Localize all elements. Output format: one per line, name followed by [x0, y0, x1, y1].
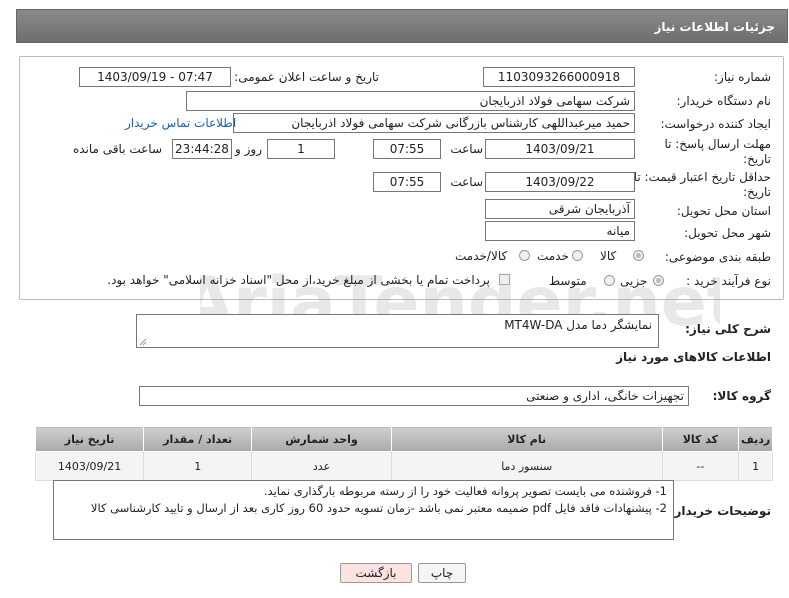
need-number-field: 1103093266000918: [483, 67, 635, 87]
buyer-org-field: شرکت سهامی فولاد اذربایجان: [186, 91, 635, 111]
category-radio-both[interactable]: [519, 250, 530, 264]
description-field: نمایشگر دما مدل MT4W-DA: [136, 314, 659, 348]
announce-field: 1403/09/19 - 07:47: [79, 67, 231, 87]
deadline-time-label: ساعت: [450, 142, 483, 156]
goods-table: ردیف کد کالا نام کالا واحد شمارش تعداد /…: [34, 426, 773, 481]
table-cell: --: [661, 451, 740, 481]
category-option-goods: کالا: [600, 249, 617, 263]
creator-label: ایجاد کننده درخواست:: [660, 117, 771, 131]
deadline-label: مهلت ارسال پاسخ: تا: [664, 137, 771, 151]
table-cell: عدد: [251, 451, 392, 481]
print-button[interactable]: چاپ: [418, 563, 466, 583]
province-field: آذربایجان شرقی: [485, 199, 635, 219]
validity-label-date: تاریخ:: [743, 185, 771, 199]
table-header: تاریخ نیاز: [34, 426, 145, 452]
goods-group-field: تجهیزات خانگی، اداری و صنعتی: [139, 386, 689, 406]
process-option-minor: جزیی: [620, 274, 648, 288]
validity-time-label: ساعت: [450, 175, 483, 189]
category-radio-service[interactable]: [572, 250, 583, 264]
process-radio-medium[interactable]: [604, 275, 615, 289]
goods-group-label: گروه کالا:: [712, 389, 771, 403]
validity-label: حداقل تاریخ اعتبار قیمت: تا: [633, 170, 771, 184]
process-option-medium: متوسط: [549, 274, 587, 288]
process-radio-minor[interactable]: [653, 275, 664, 289]
table-header: کد کالا: [661, 426, 740, 452]
deadline-time-field: 07:55: [373, 139, 441, 159]
remaining-label: ساعت باقی مانده: [72, 142, 162, 156]
goods-section-title: اطلاعات کالاهای مورد نیاز: [616, 350, 771, 364]
category-radio-goods[interactable]: [633, 250, 644, 264]
back-button[interactable]: بازگشت: [340, 563, 412, 583]
validity-date-field: 1403/09/22: [485, 172, 635, 192]
validity-time-field: 07:55: [373, 172, 441, 192]
process-label: نوع فرآیند خرید :: [686, 274, 771, 288]
days-field: 1: [267, 139, 335, 159]
creator-field: حمید میرعبداللهی کارشناس بازرگانی شرکت س…: [233, 113, 635, 133]
days-label: روز و: [235, 142, 262, 156]
table-cell: 1: [143, 451, 253, 481]
resize-grip-icon[interactable]: [139, 338, 147, 346]
remaining-time-field: 23:44:28: [172, 139, 232, 159]
category-label: طبقه بندی موضوعی:: [664, 250, 771, 264]
table-header: تعداد / مقدار: [143, 426, 253, 452]
announce-label: تاریخ و ساعت اعلان عمومی:: [234, 70, 379, 84]
city-label: شهر محل تحویل:: [684, 226, 771, 240]
province-label: استان محل تحویل:: [676, 204, 771, 218]
description-label: شرح کلی نیاز:: [685, 322, 771, 336]
buyer-org-label: نام دستگاه خریدار:: [676, 94, 772, 108]
table-cell: 1: [738, 451, 773, 481]
description-text: نمایشگر دما مدل MT4W-DA: [504, 318, 652, 332]
notes-field: 1- فروشنده می بایست تصویر پروانه فعالیت …: [53, 480, 674, 540]
table-cell: سنسور دما: [390, 451, 663, 481]
need-number-label: شماره نیاز:: [714, 70, 771, 84]
treasury-payment-checkbox[interactable]: [499, 274, 510, 285]
table-header: نام کالا: [390, 426, 663, 452]
city-field: میانه: [485, 221, 635, 241]
deadline-label-date: تاریخ:: [743, 152, 771, 166]
notes-label: توضیحات خریدار:: [669, 504, 771, 518]
table-header: واحد شمارش: [251, 426, 392, 452]
table-header: ردیف: [738, 426, 773, 452]
table-cell: 1403/09/21: [34, 451, 145, 481]
category-option-service: خدمت: [537, 249, 569, 263]
table-row: 1 -- سنسور دما عدد 1 1403/09/21: [34, 451, 773, 481]
treasury-payment-note: پرداخت تمام یا بخشی از مبلغ خرید،از محل …: [107, 273, 490, 287]
category-option-both: کالا/خدمت: [455, 249, 508, 263]
page-header: جزئیات اطلاعات نیاز: [16, 9, 788, 43]
buyer-contact-link[interactable]: اطلاعات تماس خریدار: [125, 116, 236, 130]
deadline-date-field: 1403/09/21: [485, 139, 635, 159]
notes-line-1: 1- فروشنده می بایست تصویر پروانه فعالیت …: [263, 484, 667, 498]
notes-line-2: 2- پیشنهادات فاقد فایل pdf ضمیمه معتبر ن…: [90, 501, 667, 515]
